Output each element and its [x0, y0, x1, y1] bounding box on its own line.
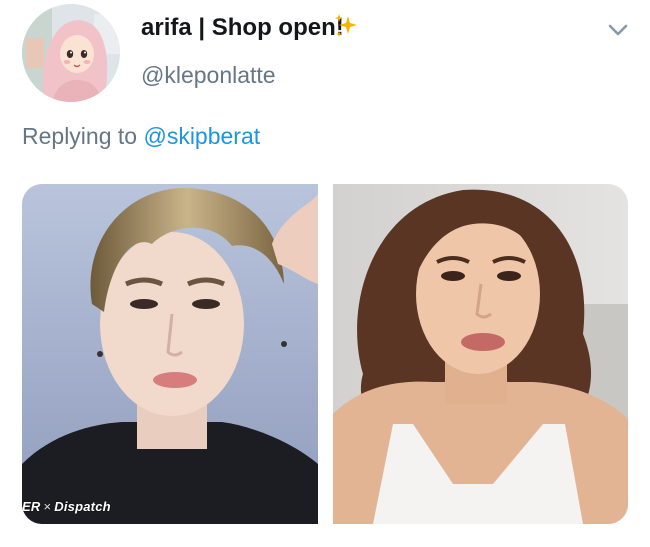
sparkles-icon: [333, 12, 361, 45]
watermark-left: ER: [22, 499, 41, 514]
reply-context: Replying to @skipberat: [22, 123, 260, 150]
photo-young-man: [22, 184, 318, 524]
chevron-down-icon[interactable]: [605, 20, 631, 40]
tweet-card: arifa | Shop open! @kleponlatte Replying…: [0, 0, 650, 547]
author-display-name[interactable]: arifa | Shop open!: [141, 14, 344, 42]
media-photo-left[interactable]: ER × Dispatch: [22, 184, 318, 524]
photo-young-woman: [333, 184, 628, 524]
photo-watermark: ER × Dispatch: [22, 499, 111, 514]
watermark-separator: ×: [43, 499, 52, 514]
reply-prefix: Replying to: [22, 123, 138, 149]
watermark-right: Dispatch: [54, 499, 111, 514]
avatar[interactable]: [22, 4, 120, 102]
author-handle[interactable]: @kleponlatte: [141, 62, 276, 89]
media-photo-right[interactable]: [333, 184, 628, 524]
avatar-illustration: [22, 4, 120, 102]
reply-mention-link[interactable]: @skipberat: [143, 123, 260, 149]
